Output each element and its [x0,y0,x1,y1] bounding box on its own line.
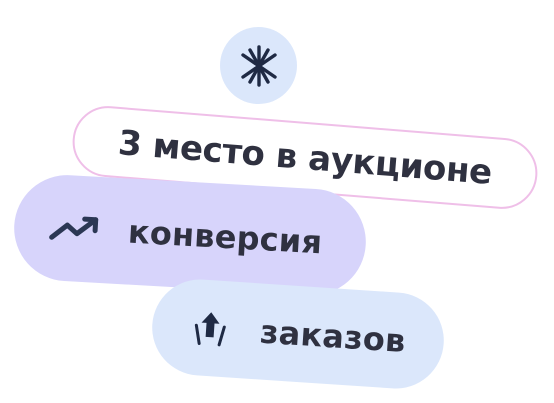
trending-up-icon [47,211,105,246]
orders-text: заказов [258,312,407,361]
orders-badge: заказов [149,276,447,392]
conversion-badge: конверсия [11,172,369,298]
sparkle-icon-badge [220,27,297,104]
up-arrow-icon [187,305,234,352]
asterisk-sparkle-icon [235,42,283,90]
conversion-text: конверсия [127,212,324,262]
